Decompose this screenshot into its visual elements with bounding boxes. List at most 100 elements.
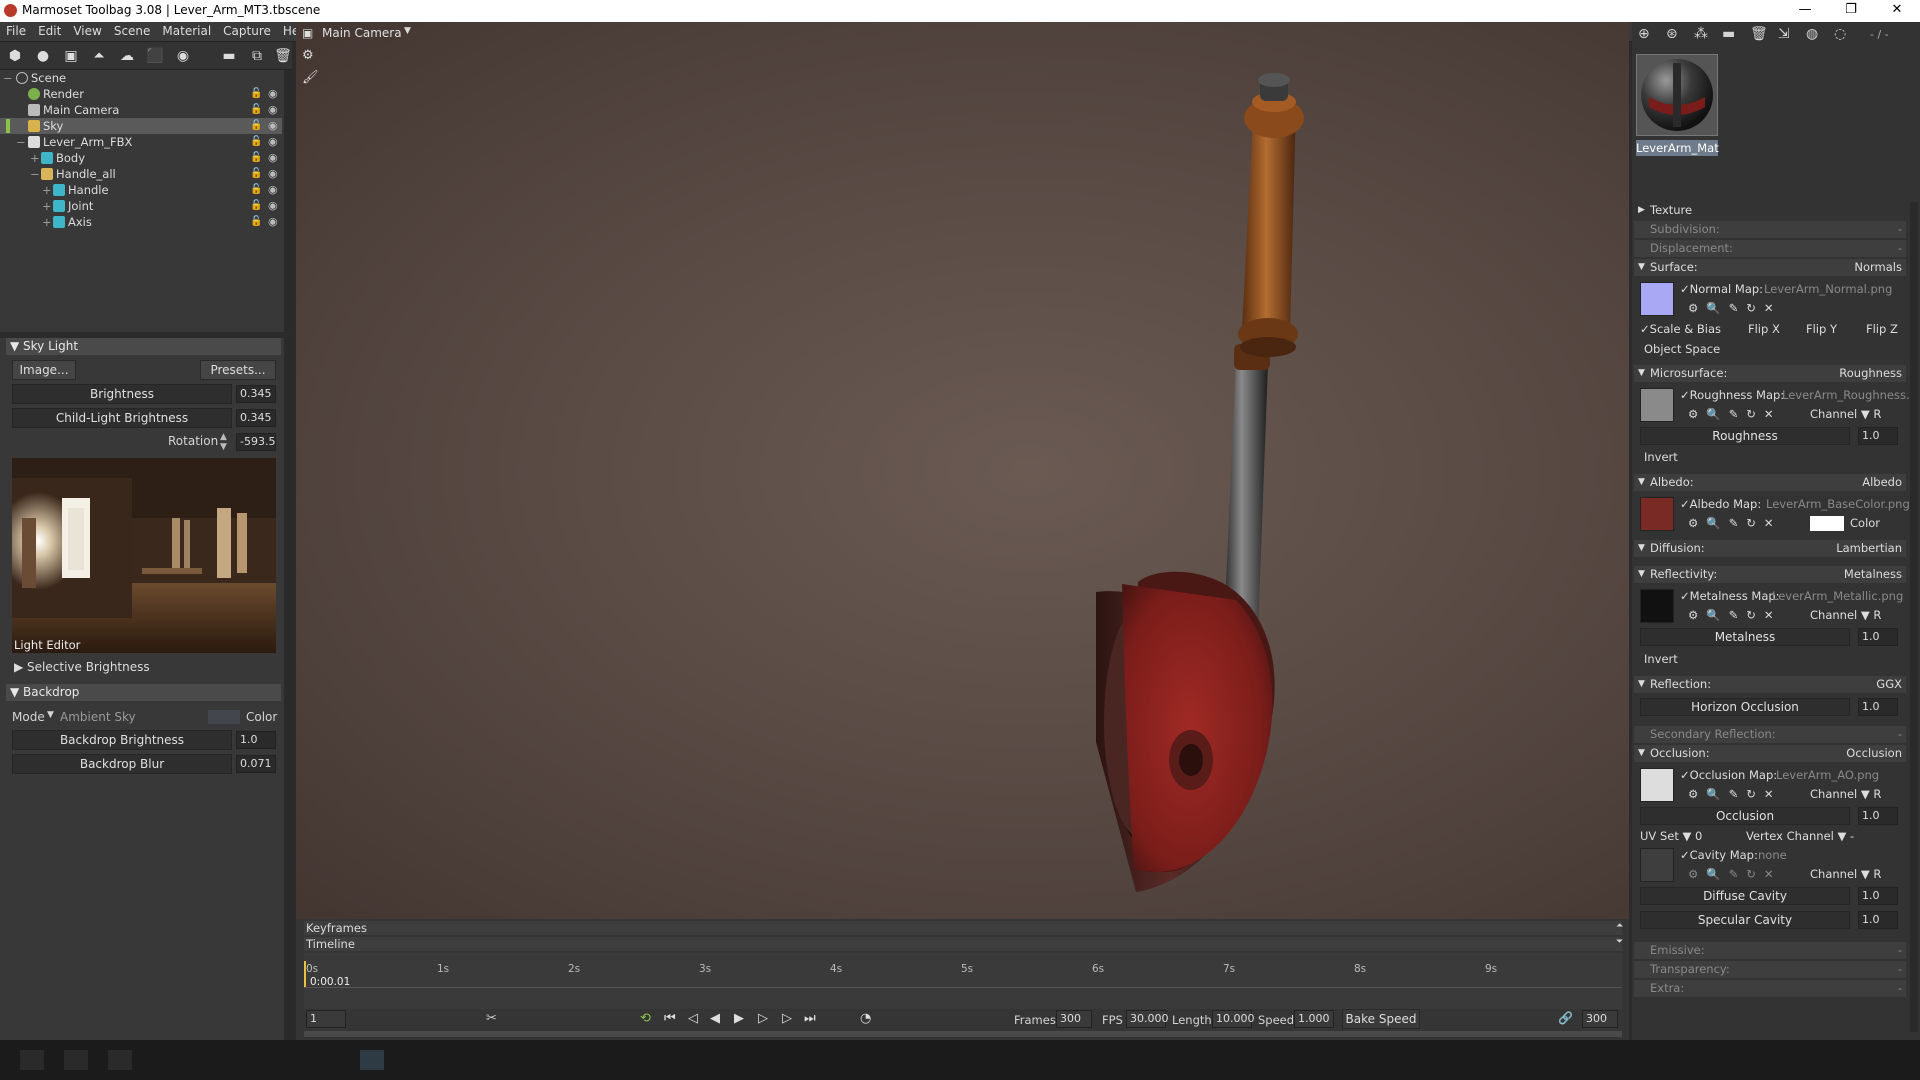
- uv-set-dropdown[interactable]: UV Set ▼ 0: [1640, 829, 1702, 843]
- taskbar-app-icon[interactable]: [108, 1050, 132, 1070]
- light-editor-label[interactable]: Light Editor: [14, 638, 80, 652]
- visibility-icon[interactable]: ◉: [268, 86, 278, 102]
- skip-end-icon[interactable]: ⏭: [804, 1011, 816, 1026]
- play-icon[interactable]: ▶: [734, 1011, 744, 1026]
- reflection-section[interactable]: ▼ Reflection: GGX: [1634, 676, 1906, 693]
- object-space-checkbox[interactable]: Object Space: [1644, 342, 1720, 356]
- metalness-map-file[interactable]: LeverArm_Metallic.png: [1772, 589, 1903, 603]
- tree-item-scene[interactable]: − Scene: [0, 70, 282, 86]
- emissive-section[interactable]: Emissive: -: [1634, 942, 1906, 959]
- diffuse-cavity-input[interactable]: 1.0: [1858, 887, 1898, 905]
- presets-button[interactable]: Presets...: [200, 360, 276, 380]
- folder-icon[interactable]: ▬: [220, 47, 238, 65]
- rotation-spinner-icon[interactable]: ▲ ▼: [220, 432, 227, 452]
- duplicate-material-icon[interactable]: ⊛: [1666, 26, 1678, 42]
- lock-icon[interactable]: 🔓: [250, 198, 262, 214]
- diffuse-cavity-slider[interactable]: Diffuse Cavity: [1640, 887, 1850, 905]
- roughness-input[interactable]: 1.0: [1858, 427, 1898, 445]
- playhead[interactable]: [304, 961, 306, 987]
- bake-speed-button[interactable]: Bake Speed: [1342, 1009, 1420, 1029]
- rotation-input[interactable]: -593.5: [236, 433, 276, 451]
- tree-item-main-camera[interactable]: Main Camera 🔓 ◉: [0, 102, 282, 118]
- lock-icon[interactable]: 🔓: [250, 118, 262, 134]
- lock-icon[interactable]: 🔓: [250, 134, 262, 150]
- normal-map-thumbnail[interactable]: [1640, 282, 1674, 316]
- image-button[interactable]: Image...: [12, 360, 76, 380]
- occlusion-map-tools-icon[interactable]: ⚙🔍✎↻✕: [1688, 787, 1782, 801]
- clear-material-icon[interactable]: ◌: [1834, 26, 1846, 42]
- prev-frame-icon[interactable]: ◀: [710, 1011, 720, 1026]
- visibility-icon[interactable]: ◉: [268, 214, 278, 230]
- link-icon[interactable]: 🔗: [1558, 1011, 1573, 1025]
- frame-input[interactable]: 1: [306, 1010, 346, 1028]
- material-scrollbar[interactable]: [1910, 202, 1918, 1032]
- menu-material[interactable]: Material: [156, 22, 217, 40]
- cavity-map-label[interactable]: ✓Cavity Map:: [1680, 848, 1758, 862]
- displacement-section[interactable]: Displacement: -: [1634, 240, 1906, 257]
- occlusion-channel-dropdown[interactable]: Channel ▼ R: [1810, 787, 1881, 801]
- add-shadow-catcher-icon[interactable]: ⏶: [90, 47, 108, 65]
- tree-item-handle-all[interactable]: − Handle_all 🔓 ◉: [0, 166, 282, 182]
- minimize-button[interactable]: —: [1782, 0, 1828, 22]
- albedo-section[interactable]: ▼ Albedo: Albedo: [1634, 474, 1906, 491]
- tree-item-body[interactable]: + Body 🔓 ◉: [0, 150, 282, 166]
- expand-icon[interactable]: ⏷: [1616, 937, 1623, 947]
- roughness-map-thumbnail[interactable]: [1640, 388, 1674, 422]
- cavity-map-file[interactable]: none: [1758, 848, 1787, 862]
- prev-key-icon[interactable]: ◁: [688, 1011, 698, 1026]
- end-frame-input[interactable]: 300: [1582, 1010, 1618, 1028]
- lock-icon[interactable]: 🔓: [250, 166, 262, 182]
- subdivision-section[interactable]: Subdivision: -: [1634, 221, 1906, 238]
- scale-bias-checkbox[interactable]: ✓Scale & Bias: [1640, 322, 1721, 336]
- cavity-map-thumbnail[interactable]: [1640, 848, 1674, 882]
- visibility-icon[interactable]: ◉: [268, 118, 278, 134]
- microsurface-section[interactable]: ▼ Microsurface: Roughness: [1634, 365, 1906, 382]
- metalness-input[interactable]: 1.0: [1858, 628, 1898, 646]
- taskbar-app-icon[interactable]: [360, 1050, 384, 1070]
- mode-dropdown[interactable]: Ambient Sky: [60, 710, 136, 724]
- albedo-map-label[interactable]: ✓Albedo Map:: [1680, 497, 1761, 511]
- metalness-invert-checkbox[interactable]: Invert: [1644, 652, 1678, 666]
- metalness-map-tools-icon[interactable]: ⚙🔍✎↻✕: [1688, 608, 1782, 622]
- brightness-input[interactable]: 0.345: [236, 385, 276, 403]
- metalness-map-thumbnail[interactable]: [1640, 589, 1674, 623]
- chevron-down-icon[interactable]: ▼: [404, 26, 411, 36]
- occlusion-slider[interactable]: Occlusion: [1640, 807, 1850, 825]
- roughness-map-label[interactable]: ✓Roughness Map:: [1680, 388, 1784, 402]
- tree-item-joint[interactable]: + Joint 🔓 ◉: [0, 198, 282, 214]
- apply-material-icon[interactable]: ◍: [1806, 26, 1818, 42]
- close-button[interactable]: ✕: [1874, 0, 1920, 22]
- add-camera-icon[interactable]: ▣: [62, 47, 80, 65]
- next-key-icon[interactable]: ▷: [782, 1011, 792, 1026]
- frames-input[interactable]: 300: [1056, 1010, 1092, 1028]
- flip-z-checkbox[interactable]: Flip Z: [1866, 322, 1898, 336]
- occlusion-input[interactable]: 1.0: [1858, 807, 1898, 825]
- backdrop-blur-slider[interactable]: Backdrop Blur: [12, 754, 232, 774]
- menu-view[interactable]: View: [67, 22, 107, 40]
- tree-item-axis[interactable]: + Axis 🔓 ◉: [0, 214, 282, 230]
- maximize-button[interactable]: ❐: [1828, 0, 1874, 22]
- roughness-invert-checkbox[interactable]: Invert: [1644, 450, 1678, 464]
- tree-item-handle[interactable]: + Handle 🔓 ◉: [0, 182, 282, 198]
- pick-material-icon[interactable]: ⇲: [1778, 26, 1790, 42]
- tree-item-sky[interactable]: Sky 🔓 ◉: [0, 118, 282, 134]
- tree-item-lever-arm-fbx[interactable]: − Lever_Arm_FBX 🔓 ◉: [0, 134, 282, 150]
- 3d-viewport[interactable]: [296, 22, 1629, 919]
- cavity-channel-dropdown[interactable]: Channel ▼ R: [1810, 867, 1881, 881]
- backdrop-brightness-input[interactable]: 1.0: [236, 731, 276, 749]
- surface-section[interactable]: ▼ Surface: Normals: [1634, 259, 1906, 276]
- menu-file[interactable]: File: [0, 22, 32, 40]
- lock-icon[interactable]: 🔓: [250, 86, 262, 102]
- secondary-reflection-section[interactable]: Secondary Reflection: -: [1634, 726, 1906, 743]
- albedo-map-tools-icon[interactable]: ⚙🔍✎↻✕: [1688, 516, 1782, 530]
- albedo-map-thumbnail[interactable]: [1640, 497, 1674, 531]
- material-library-icon[interactable]: ⁂: [1694, 26, 1708, 42]
- timeline-ruler[interactable]: 0s 1s 2s 3s 4s 5s 6s 7s 8s 9s 0:00.01: [304, 953, 1622, 1009]
- albedo-map-file[interactable]: LeverArm_BaseColor.png: [1766, 497, 1910, 511]
- occlusion-map-file[interactable]: LeverArm_AO.png: [1776, 768, 1879, 782]
- visibility-icon[interactable]: ◉: [268, 150, 278, 166]
- metalness-slider[interactable]: Metalness: [1640, 628, 1850, 646]
- add-turntable-icon[interactable]: ⬛: [146, 47, 164, 65]
- normal-map-label[interactable]: ✓Normal Map:: [1680, 282, 1763, 296]
- delete-icon[interactable]: 🗑: [274, 47, 292, 65]
